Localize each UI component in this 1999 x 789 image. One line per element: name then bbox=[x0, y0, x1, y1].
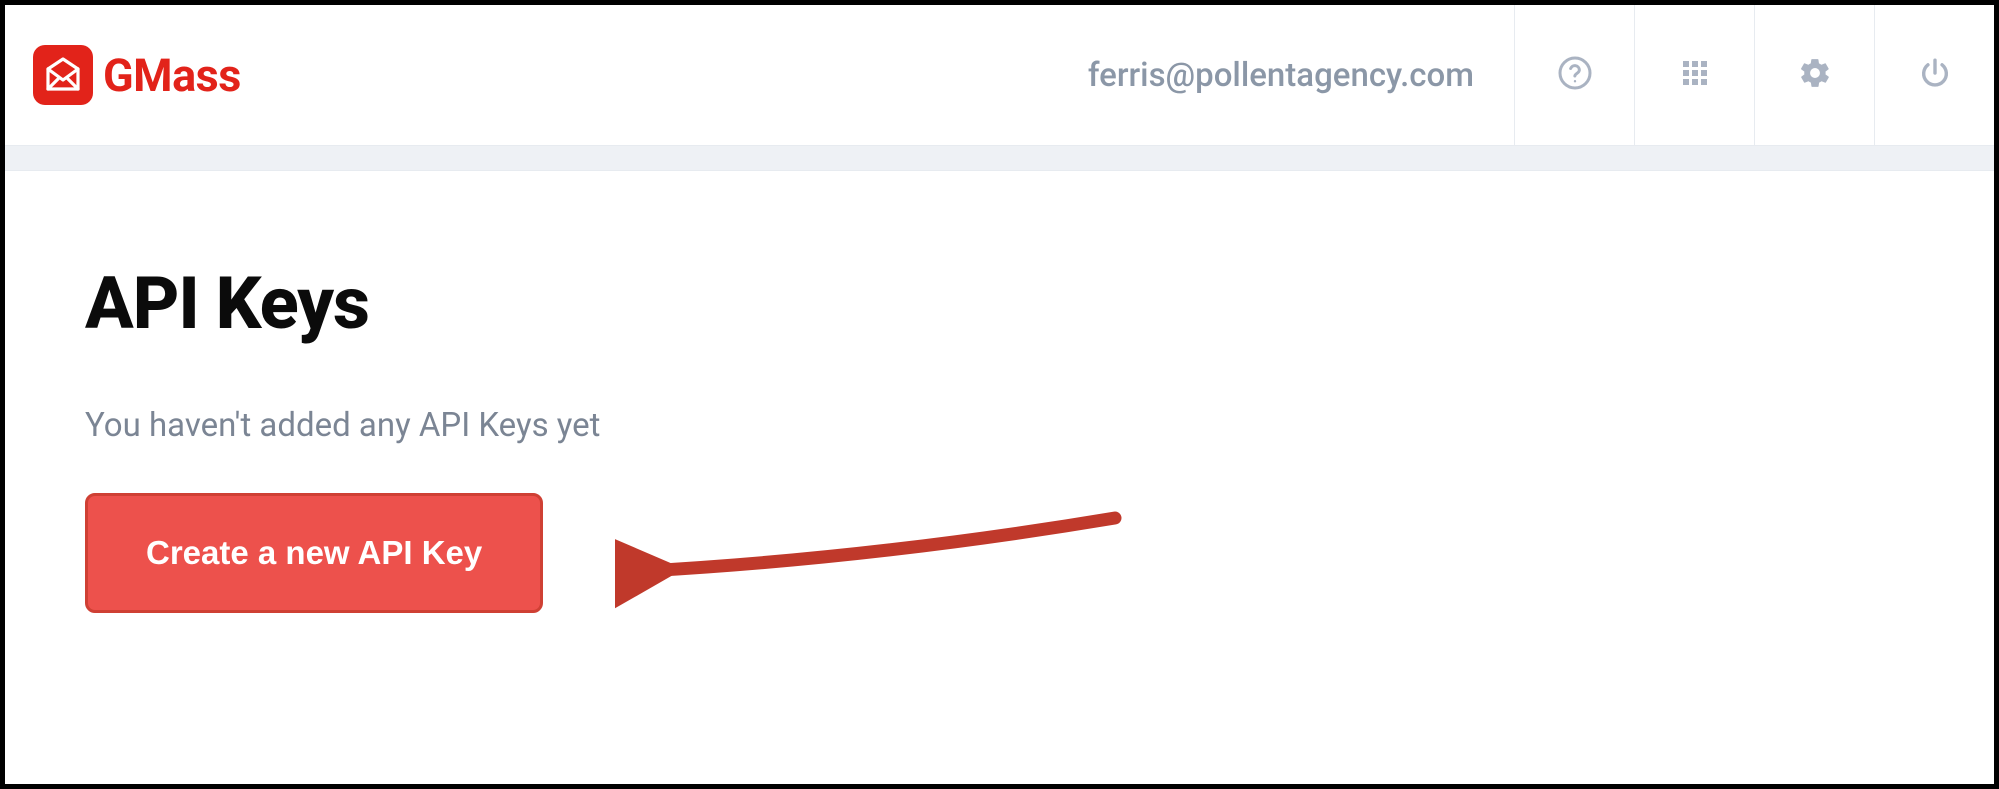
apps-grid-icon bbox=[1679, 57, 1711, 93]
brand-name: GMass bbox=[103, 49, 241, 102]
apps-button[interactable] bbox=[1634, 5, 1754, 145]
brand-logo-icon bbox=[33, 45, 93, 105]
help-button[interactable] bbox=[1514, 5, 1634, 145]
user-email[interactable]: ferris@pollentagency.com bbox=[1088, 5, 1514, 145]
settings-button[interactable] bbox=[1754, 5, 1874, 145]
create-api-key-button-label: Create a new API Key bbox=[146, 534, 482, 572]
create-api-key-button[interactable]: Create a new API Key bbox=[85, 493, 543, 613]
power-icon bbox=[1918, 56, 1952, 94]
power-button[interactable] bbox=[1874, 5, 1994, 145]
gear-icon bbox=[1798, 56, 1832, 94]
header-right: ferris@pollentagency.com bbox=[1088, 5, 1994, 145]
brand[interactable]: GMass bbox=[33, 45, 241, 105]
empty-state-message: You haven't added any API Keys yet bbox=[85, 406, 1994, 445]
content-divider bbox=[5, 145, 1994, 171]
page-title: API Keys bbox=[85, 261, 1994, 346]
app-frame: GMass ferris@pollentagency.com bbox=[0, 0, 1999, 789]
main-content: API Keys You haven't added any API Keys … bbox=[5, 171, 1994, 613]
header: GMass ferris@pollentagency.com bbox=[5, 5, 1994, 145]
help-icon bbox=[1557, 55, 1593, 95]
